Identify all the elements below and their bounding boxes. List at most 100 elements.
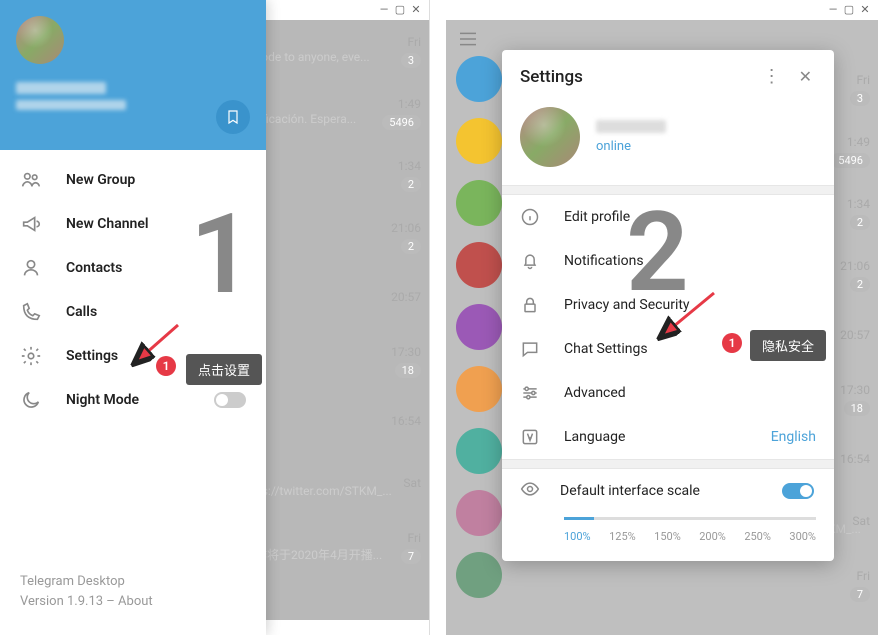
window-controls: — ▢ ✕ bbox=[826, 2, 872, 16]
unread-badge: 7 bbox=[850, 587, 870, 602]
chat-row[interactable]: Fri7 bbox=[828, 554, 878, 616]
drawer-header bbox=[0, 0, 266, 150]
main-menu-drawer: New Group New Channel Contacts Calls Set… bbox=[0, 0, 266, 635]
user-avatar[interactable] bbox=[16, 16, 64, 64]
close-button[interactable]: ✕ bbox=[409, 2, 423, 16]
menu-list: New Group New Channel Contacts Calls Set… bbox=[0, 150, 266, 430]
row-label: Language bbox=[564, 429, 747, 445]
chat-avatar[interactable] bbox=[456, 180, 502, 226]
chat-avatar[interactable] bbox=[456, 428, 502, 474]
chat-row[interactable]: 21:062 bbox=[251, 206, 429, 268]
menu-label: Night Mode bbox=[66, 392, 139, 408]
minimize-button[interactable]: — bbox=[826, 2, 840, 16]
chat-row[interactable]: 1:342 bbox=[251, 144, 429, 206]
eye-icon bbox=[520, 479, 540, 503]
chat-snippet: ps://twitter.com/STKM_... bbox=[255, 484, 405, 498]
unread-badge: 2 bbox=[850, 215, 870, 230]
unread-badge: 2 bbox=[401, 239, 421, 254]
unread-badge: 2 bbox=[850, 277, 870, 292]
chat-avatar[interactable] bbox=[456, 490, 502, 536]
chat-row[interactable]: 1:342 bbox=[828, 182, 878, 244]
menu-new-channel[interactable]: New Channel bbox=[0, 202, 266, 246]
unread-badge: 18 bbox=[395, 363, 421, 378]
left-panel: — ▢ ✕ Fri3code to anyone, eve...1:495496… bbox=[0, 0, 430, 635]
scale-option[interactable]: 100% bbox=[564, 530, 591, 543]
person-icon bbox=[20, 257, 42, 279]
chat-time: Fri bbox=[408, 35, 421, 49]
bell-icon bbox=[520, 251, 540, 271]
chat-row[interactable]: 17:3018 bbox=[828, 368, 878, 430]
close-button[interactable]: ✕ bbox=[858, 2, 872, 16]
chat-time: Fri bbox=[408, 531, 421, 545]
chat-row[interactable]: Fri3 bbox=[828, 58, 878, 120]
chat-row[interactable]: 17:3018 bbox=[251, 330, 429, 392]
chat-row[interactable]: SatKM_... bbox=[828, 492, 878, 554]
chat-row[interactable]: 21:06 2 bbox=[828, 244, 878, 306]
settings-advanced[interactable]: Advanced bbox=[502, 371, 834, 415]
chat-list-right-edge: Fri31:4954961:342 21:06 2 20:5717:3018 16:54… bbox=[828, 58, 878, 616]
chat-avatar[interactable] bbox=[456, 366, 502, 412]
chat-avatar-column bbox=[456, 56, 502, 614]
chat-time: 16:54 bbox=[391, 414, 421, 428]
chat-row[interactable]: Fri7作将于2020年4月开播... bbox=[251, 516, 429, 578]
settings-notifications[interactable]: Notifications bbox=[502, 239, 834, 283]
chat-avatar[interactable] bbox=[456, 118, 502, 164]
chat-row[interactable]: 1:495496rificación. Espera... bbox=[251, 82, 429, 144]
row-label: Privacy and Security bbox=[564, 297, 816, 313]
callout-marker-1: 1 bbox=[156, 356, 176, 376]
bookmark-icon bbox=[225, 109, 241, 125]
gear-icon bbox=[20, 345, 42, 367]
scale-slider[interactable]: 100% 125% 150% 200% 250% 300% bbox=[502, 517, 834, 561]
chat-snippet: code to anyone, eve... bbox=[255, 50, 405, 64]
hamburger-icon[interactable] bbox=[458, 31, 478, 47]
more-icon[interactable]: ⋮ bbox=[757, 66, 787, 87]
settings-language[interactable]: Language English bbox=[502, 415, 834, 459]
right-panel: — ▢ ✕ Fri31:4954961:342 21:06 2 20:5717:301… bbox=[446, 0, 878, 635]
close-icon[interactable]: ✕ bbox=[795, 67, 816, 86]
chat-row[interactable]: 20:57 bbox=[828, 306, 878, 368]
settings-edit-profile[interactable]: Edit profile bbox=[502, 195, 834, 239]
chat-time: 16:54 bbox=[840, 452, 870, 466]
chat-avatar[interactable] bbox=[456, 552, 502, 598]
night-mode-toggle[interactable] bbox=[214, 392, 246, 408]
scale-option[interactable]: 200% bbox=[699, 530, 726, 543]
chat-row[interactable]: 16:54 bbox=[828, 430, 878, 492]
chat-icon bbox=[520, 339, 540, 359]
maximize-button[interactable]: ▢ bbox=[393, 2, 407, 16]
saved-messages-button[interactable] bbox=[216, 100, 250, 134]
chat-time: 21:06 bbox=[840, 259, 870, 273]
scale-option[interactable]: 300% bbox=[789, 530, 816, 543]
chat-row[interactable]: Fri3code to anyone, eve... bbox=[251, 20, 429, 82]
chat-row[interactable]: 1:495496 bbox=[828, 120, 878, 182]
maximize-button[interactable]: ▢ bbox=[842, 2, 856, 16]
settings-title: Settings bbox=[520, 67, 749, 87]
scale-option[interactable]: 150% bbox=[654, 530, 681, 543]
chat-row[interactable]: 16:54 bbox=[251, 392, 429, 454]
unread-badge: 18 bbox=[844, 401, 870, 416]
menu-label: Calls bbox=[66, 304, 97, 320]
menu-calls[interactable]: Calls bbox=[0, 290, 266, 334]
profile-block[interactable]: online bbox=[502, 99, 834, 185]
scale-option[interactable]: 125% bbox=[609, 530, 636, 543]
app-version[interactable]: Version 1.9.13 – About bbox=[20, 592, 153, 612]
chat-time: 1:49 bbox=[398, 97, 421, 111]
unread-badge: 5496 bbox=[831, 153, 870, 168]
settings-privacy[interactable]: Privacy and Security bbox=[502, 283, 834, 327]
chat-avatar[interactable] bbox=[456, 304, 502, 350]
menu-label: New Channel bbox=[66, 216, 149, 232]
chat-avatar[interactable] bbox=[456, 242, 502, 288]
chat-row[interactable]: 20:57 bbox=[251, 268, 429, 330]
scale-toggle[interactable] bbox=[782, 483, 814, 499]
section-divider bbox=[502, 185, 834, 195]
user-name-block bbox=[16, 82, 250, 110]
info-icon bbox=[520, 207, 540, 227]
menu-new-group[interactable]: New Group bbox=[0, 158, 266, 202]
minimize-button[interactable]: — bbox=[377, 2, 391, 16]
menu-label: Settings bbox=[66, 348, 118, 364]
menu-contacts[interactable]: Contacts bbox=[0, 246, 266, 290]
settings-scale[interactable]: Default interface scale bbox=[502, 469, 834, 513]
scale-option[interactable]: 250% bbox=[744, 530, 771, 543]
lock-icon bbox=[520, 295, 540, 315]
chat-row[interactable]: Satps://twitter.com/STKM_... bbox=[251, 454, 429, 516]
chat-avatar[interactable] bbox=[456, 56, 502, 102]
